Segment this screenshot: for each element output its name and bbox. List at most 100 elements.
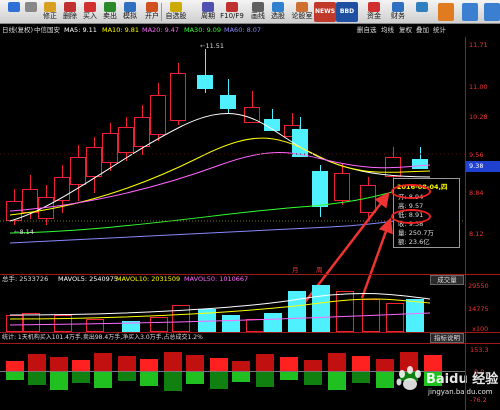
sell-flow-bar xyxy=(186,372,204,384)
mavol5-value: MAVOL5: 2540975 xyxy=(58,275,119,283)
restore-rights-button[interactable]: 复权 xyxy=(399,24,412,37)
price-axis-label: 9.56 xyxy=(469,151,484,159)
price-axis-label: 11.71 xyxy=(469,41,488,49)
toolbar-icon-13 xyxy=(296,2,308,12)
buy-flow-bar xyxy=(118,356,136,371)
ma5-value: MA5: 9.11 xyxy=(64,26,97,34)
close-highlight-ellipse xyxy=(391,209,431,224)
volume-indicator-button[interactable]: 成交量 xyxy=(430,275,464,285)
sell-flow-bar xyxy=(72,372,90,383)
price-axis-label: 8.84 xyxy=(469,189,484,197)
period-label: 日线(复权) xyxy=(2,26,34,34)
toolbar-extra-icon-1[interactable] xyxy=(462,3,478,21)
toolbar-label-16: 资金 xyxy=(367,12,381,20)
toolbar-button-9[interactable]: 周期 xyxy=(196,1,220,23)
sell-flow-bar xyxy=(304,372,322,385)
toolbar-label-9: 周期 xyxy=(201,12,215,20)
toolbar-button-8[interactable]: 自选股 xyxy=(164,1,188,23)
toolbar-icon-7 xyxy=(146,2,158,12)
ma10-value: MA10: 9.81 xyxy=(102,26,140,34)
buy-flow-bar xyxy=(28,354,46,371)
toolbar-button-10[interactable]: F10/F9 xyxy=(220,1,244,23)
mavol10-value: MAVOL10: 2031509 xyxy=(116,275,181,283)
indicator-info-bar: 日线(复权) 中信国安 MA5: 9.11 MA10: 9.81 MA20: 9… xyxy=(0,24,500,37)
volume-ma-lines xyxy=(9,293,431,326)
buy-flow-bar xyxy=(140,359,158,371)
sell-flow-bar xyxy=(6,372,24,380)
ma-setting-button[interactable]: 均线 xyxy=(381,24,394,37)
sell-flow-bar xyxy=(280,372,298,380)
buy-flow-bar xyxy=(280,357,298,371)
buy-flow-bar xyxy=(50,357,68,371)
axis-divider xyxy=(465,37,466,410)
week-marker: 周 xyxy=(316,266,323,274)
ma20-value: MA20: 9.47 xyxy=(142,26,180,34)
volume-chart[interactable] xyxy=(0,285,465,332)
toolbar-button-6[interactable]: 模拟 xyxy=(118,1,142,23)
pane-divider xyxy=(0,343,500,344)
toolbar-icon-5 xyxy=(104,2,116,12)
toolbar-label-8: 自选股 xyxy=(165,12,187,20)
indicator-explain-button[interactable]: 指标说明 xyxy=(430,333,464,343)
indicator-info-bar: 统计: 1天机构买入101.4万手,卖出98.4万手,净买入3.0万手,占总成交… xyxy=(0,333,465,343)
buy-flow-bar xyxy=(210,358,228,371)
sell-flow-bar xyxy=(210,372,228,389)
toolbar-icon-11 xyxy=(252,2,264,12)
toolbar-label-10: F10/F9 xyxy=(220,12,244,20)
toolbar-icon-8 xyxy=(170,2,182,12)
toolbar-button-13[interactable]: 论股室 xyxy=(290,1,314,23)
toolbar-label-12: 选股 xyxy=(271,12,285,20)
bbd-button[interactable]: BBD xyxy=(336,2,358,22)
toolbar-icon-17 xyxy=(392,2,404,12)
toolbar-icon-6 xyxy=(124,2,136,12)
pane-divider xyxy=(0,274,500,275)
total-volume: 总手: 2533726 xyxy=(2,275,49,283)
buy-flow-bar xyxy=(164,352,182,371)
toolbar-extra-icon-0[interactable] xyxy=(438,3,454,21)
volume-axis-mid: 14775 xyxy=(468,305,489,313)
pane-divider xyxy=(0,332,500,333)
price-axis-label: 8.12 xyxy=(469,230,484,238)
tooltip-row: 额: 23.6亿 xyxy=(398,238,430,246)
ma-line-4 xyxy=(9,214,431,244)
toolbar: 修正 删除 买入 卖出 模拟 开户 自选股 周期 F10/F9 画线 选股 论股室 NEWS BBD 资金财… xyxy=(0,0,500,24)
stock-name: 中信国安 xyxy=(34,26,60,34)
month-marker: 月 xyxy=(292,266,299,274)
toolbar-label-17: 财务 xyxy=(391,12,405,20)
toolbar-button-18[interactable] xyxy=(410,1,434,23)
high-price-annotation: ←11.51 xyxy=(200,42,225,50)
watermark-text: Baidu 经验 xyxy=(426,372,499,387)
toolbar-button-17[interactable]: 财务 xyxy=(386,1,410,23)
buy-flow-bar xyxy=(232,361,250,371)
sell-flow-bar xyxy=(140,372,158,386)
toolbar-button-12[interactable]: 选股 xyxy=(266,1,290,23)
price-axis-label: 11.00 xyxy=(469,83,488,91)
mavol50-value: MAVOL50: 1010667 xyxy=(184,275,249,283)
toolbar-label-6: 模拟 xyxy=(123,12,137,20)
sell-flow-bar xyxy=(50,372,68,390)
news-button[interactable]: NEWS xyxy=(314,2,336,22)
tooltip-value: 23.6亿 xyxy=(408,238,430,246)
toolbar-icon-18 xyxy=(416,2,428,12)
current-price-marker: 9.38 xyxy=(466,161,500,172)
buy-flow-bar xyxy=(94,353,112,371)
sell-flow-bar xyxy=(118,372,136,381)
volume-axis-high: 29550 xyxy=(468,282,489,290)
watermark-url: jingyan.baidu.com xyxy=(428,388,493,396)
overlay-button[interactable]: 叠加 xyxy=(416,24,429,37)
toolbar-button-16[interactable]: 资金 xyxy=(362,1,386,23)
price-axis-label: 10.28 xyxy=(469,113,488,121)
buy-flow-bar xyxy=(186,355,204,371)
sell-flow-bar xyxy=(94,372,112,388)
toolbar-icon-3 xyxy=(64,2,76,12)
delete-favorite-button[interactable]: 删自选 xyxy=(357,24,377,37)
toolbar-icon-4 xyxy=(84,2,96,12)
toolbar-icon-9 xyxy=(202,2,214,12)
toolbar-extra-icon-2[interactable] xyxy=(484,3,500,21)
sell-flow-bar xyxy=(256,372,274,387)
sell-flow-bar xyxy=(28,372,46,385)
buy-flow-bar xyxy=(6,361,24,371)
institution-statistics: 统计: 1天机构买入101.4万手,卖出98.4万手,净买入3.0万手,占总成交… xyxy=(2,334,203,341)
stock-chart-window: 修正 删除 买入 卖出 模拟 开户 自选股 周期 F10/F9 画线 选股 论股室 NEWS BBD 资金财… xyxy=(0,0,500,410)
statistics-button[interactable]: 统计 xyxy=(433,24,446,37)
